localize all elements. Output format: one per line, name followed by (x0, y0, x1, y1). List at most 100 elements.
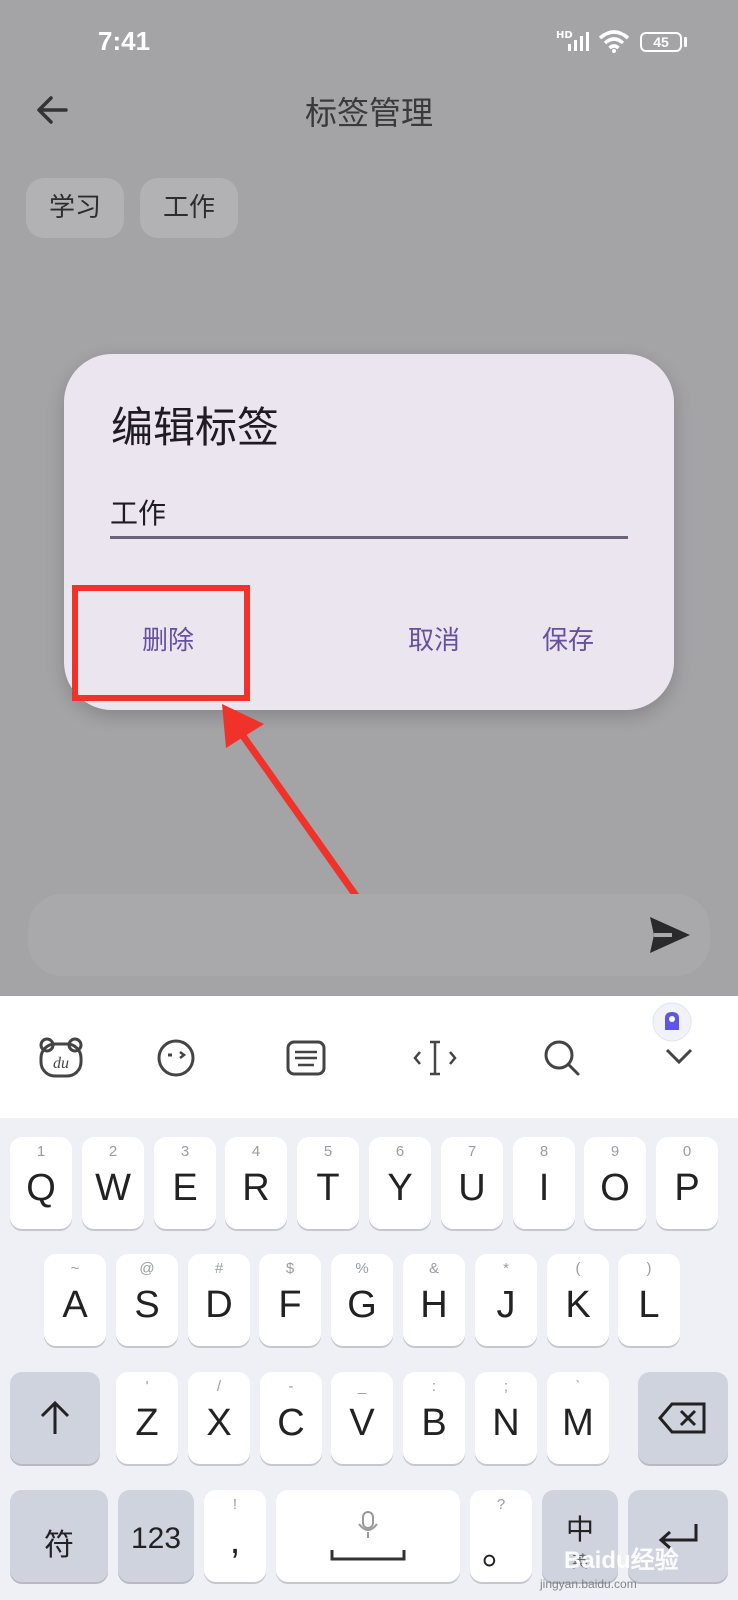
key-hint: @ (139, 1260, 155, 1277)
key-v[interactable]: _ V (331, 1372, 393, 1464)
key-k[interactable]: (K (547, 1254, 609, 1346)
tag-name-input[interactable]: 工作 (110, 492, 628, 539)
key-label: L (638, 1284, 660, 1326)
keyboard-layout-icon[interactable] (286, 1040, 326, 1076)
wifi-icon (598, 30, 630, 53)
microphone-icon (358, 1511, 378, 1538)
bear-logo-icon[interactable]: du (38, 1036, 84, 1078)
key-hint: 2 (108, 1143, 118, 1160)
symbols-key-label: 符 (44, 1528, 74, 1563)
key-hint: 1 (36, 1143, 46, 1160)
key-u[interactable]: 7U (441, 1137, 503, 1229)
symbols-key[interactable]: 符 (10, 1490, 108, 1582)
backspace-key[interactable] (638, 1372, 728, 1464)
key-q[interactable]: 1Q (10, 1137, 72, 1229)
key-hint: ` (575, 1378, 581, 1395)
key-j[interactable]: * J (475, 1254, 537, 1346)
shift-key[interactable] (10, 1372, 100, 1464)
send-icon[interactable] (648, 915, 692, 955)
key-label: V (349, 1402, 375, 1444)
comma-key[interactable]: ! , (204, 1490, 266, 1582)
watermark-url: jingyan.baidu.com (540, 1577, 637, 1591)
key-label: I (538, 1167, 550, 1209)
key-label: G (347, 1284, 377, 1326)
dialog-title: 编辑标签 (111, 403, 280, 452)
key-e[interactable]: 3E (154, 1137, 216, 1229)
key-label: R (242, 1167, 270, 1209)
key-label: T (316, 1167, 340, 1209)
key-b[interactable]: :B (403, 1372, 465, 1464)
key-label: Q (26, 1167, 56, 1209)
space-bar-icon (330, 1550, 406, 1561)
key-label: E (172, 1167, 198, 1209)
key-hint: # (214, 1260, 224, 1277)
key-d[interactable]: # D (188, 1254, 250, 1346)
tag-chip-work[interactable]: 工作 (140, 178, 238, 238)
key-h[interactable]: & H (403, 1254, 465, 1346)
key-t[interactable]: 5T (297, 1137, 359, 1229)
period-key-hint: ? (496, 1496, 506, 1513)
key-label: H (420, 1284, 448, 1326)
key-hint: 4 (251, 1143, 261, 1160)
save-button[interactable]: 保存 (542, 620, 594, 657)
period-key[interactable]: ? 。 (470, 1490, 532, 1582)
key-hint: 6 (395, 1143, 405, 1160)
key-o[interactable]: 9O (584, 1137, 646, 1229)
watermark-brand: Baidu经验 (564, 1547, 679, 1574)
key-r[interactable]: 4R (225, 1137, 287, 1229)
page-title: 标签管理 (304, 94, 433, 132)
key-label: A (62, 1284, 88, 1326)
key-hint: ) (646, 1260, 652, 1277)
key-hint: ' (145, 1378, 149, 1395)
key-g[interactable]: % G (331, 1254, 393, 1346)
key-label: Z (135, 1402, 159, 1444)
emoji-icon[interactable] (156, 1038, 196, 1078)
key-label: P (674, 1167, 700, 1209)
key-label: S (134, 1284, 160, 1326)
key-hint: _ (357, 1378, 367, 1395)
key-hint: 5 (323, 1143, 333, 1160)
collapse-chevron-icon[interactable] (664, 1046, 694, 1066)
comma-key-hint: ! (232, 1496, 238, 1513)
key-n[interactable]: ; N (475, 1372, 537, 1464)
key-hint: * (503, 1260, 509, 1277)
key-x[interactable]: / X (188, 1372, 250, 1464)
cancel-button[interactable]: 取消 (408, 620, 460, 657)
key-s[interactable]: @ S (116, 1254, 178, 1346)
cursor-move-icon[interactable] (412, 1038, 458, 1078)
tag-chip-study[interactable]: 学习 (26, 178, 124, 238)
key-c[interactable]: -C (260, 1372, 322, 1464)
message-input-bar[interactable] (28, 894, 710, 976)
key-hint: ; (503, 1378, 509, 1395)
keyboard-toolbar: du (0, 996, 738, 1118)
key-p[interactable]: 0P (656, 1137, 718, 1229)
svg-text:du: du (53, 1055, 69, 1072)
numbers-key-label: 123 (130, 1522, 182, 1555)
key-label: O (600, 1167, 630, 1209)
key-hint: 3 (180, 1143, 190, 1160)
comma-key-label: , (229, 1520, 241, 1562)
key-i[interactable]: 8I (513, 1137, 575, 1229)
key-y[interactable]: 6Y (369, 1137, 431, 1229)
key-a[interactable]: ~ A (44, 1254, 106, 1346)
key-label: N (492, 1402, 520, 1444)
key-label: Y (387, 1167, 413, 1209)
status-bar: 7:41 HD 45 (0, 0, 738, 90)
key-label: D (205, 1284, 233, 1326)
key-f[interactable]: $ F (259, 1254, 321, 1346)
key-label: X (206, 1402, 232, 1444)
search-icon[interactable] (542, 1038, 582, 1078)
shift-arrow-icon (40, 1400, 70, 1434)
assistant-icon[interactable] (652, 1002, 692, 1042)
key-label: J (496, 1284, 516, 1326)
key-label: W (95, 1167, 131, 1209)
key-l[interactable]: ) L (618, 1254, 680, 1346)
key-label: F (278, 1284, 302, 1326)
signal-icon (568, 32, 589, 51)
key-hint: : (431, 1378, 437, 1395)
key-w[interactable]: 2W (82, 1137, 144, 1229)
key-z[interactable]: ' Z (116, 1372, 178, 1464)
key-m[interactable]: ` M (547, 1372, 609, 1464)
numbers-key[interactable]: 123 (118, 1490, 194, 1582)
space-key[interactable] (276, 1490, 460, 1582)
